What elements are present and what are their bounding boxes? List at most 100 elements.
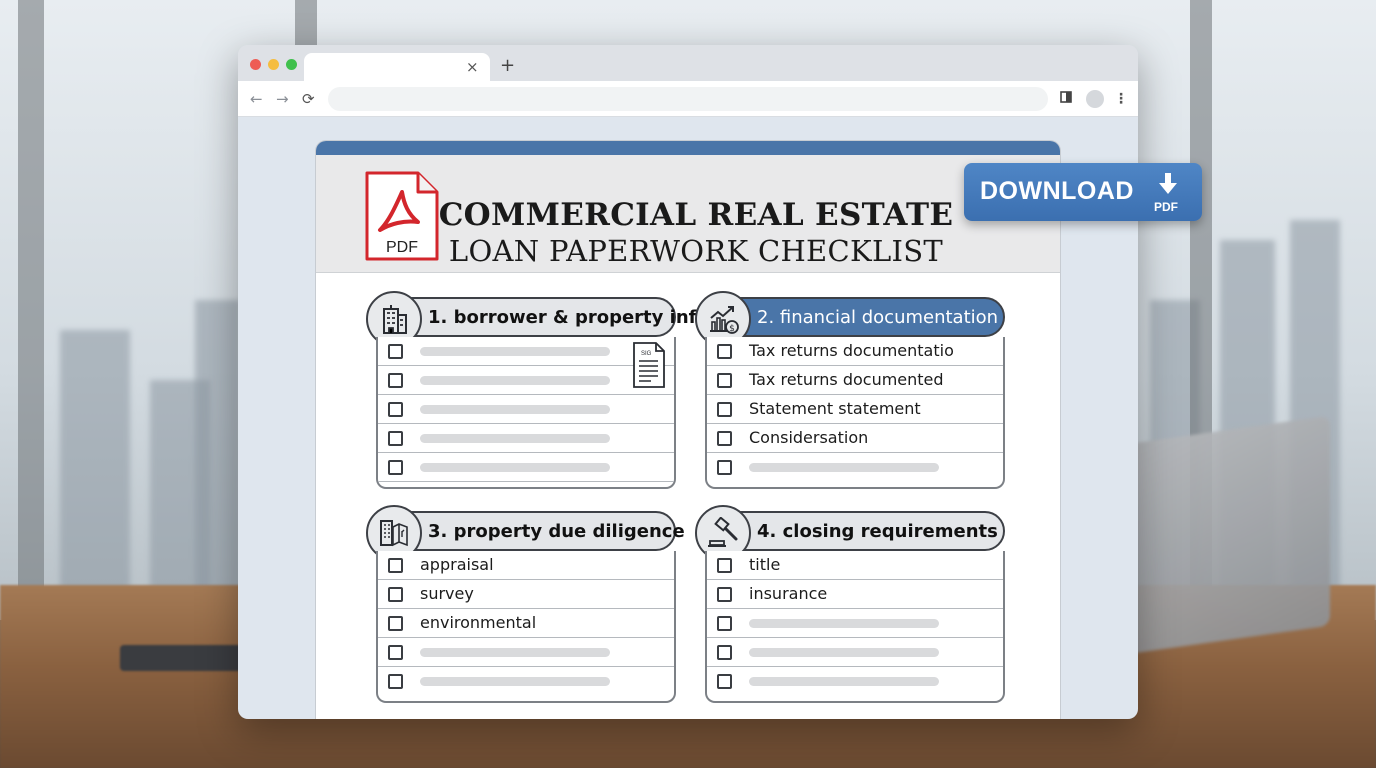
minimize-window-dot[interactable]	[268, 59, 279, 70]
svg-text:$: $	[729, 324, 735, 334]
placeholder-bar	[420, 434, 610, 443]
list-item	[707, 638, 1003, 667]
list-item	[378, 638, 674, 667]
city-building	[195, 300, 240, 620]
checkbox[interactable]	[388, 373, 403, 388]
checkbox[interactable]	[388, 674, 403, 689]
checkbox[interactable]	[388, 558, 403, 573]
browser-window: × + ← → ⟳ ⋮ PDF COMMERCIAL REAL ESTATE L	[238, 45, 1138, 719]
forward-icon[interactable]: →	[276, 89, 289, 109]
placeholder-bar	[749, 648, 939, 657]
checkbox[interactable]	[388, 460, 403, 475]
list-item-label: title	[749, 555, 781, 574]
close-window-dot[interactable]	[250, 59, 261, 70]
checkbox[interactable]	[388, 344, 403, 359]
reload-icon[interactable]: ⟳	[302, 89, 315, 109]
checklist-document: PDF COMMERCIAL REAL ESTATE LOAN PAPERWOR…	[316, 141, 1060, 719]
list-item	[707, 453, 1003, 482]
list-item: Tax returns documentatio	[707, 337, 1003, 366]
list-item: insurance	[707, 580, 1003, 609]
checkbox[interactable]	[717, 460, 732, 475]
checkbox[interactable]	[388, 587, 403, 602]
browser-toolbar: ← → ⟳ ⋮	[238, 81, 1138, 117]
profile-avatar[interactable]	[1086, 90, 1104, 108]
menu-icon[interactable]: ⋮	[1114, 89, 1128, 109]
list-item-label: Considersation	[749, 428, 869, 447]
list-item	[378, 424, 674, 453]
checkbox[interactable]	[717, 616, 732, 631]
placeholder-bar	[420, 347, 610, 356]
download-format-label: PDF	[1154, 200, 1178, 214]
tab-bar: × +	[238, 45, 1138, 81]
checklist-rows: SIG	[376, 337, 676, 489]
checkbox[interactable]	[717, 402, 732, 417]
section-header[interactable]: 4. closing requirements	[715, 511, 1005, 551]
close-tab-icon[interactable]: ×	[466, 57, 479, 77]
maximize-window-dot[interactable]	[286, 59, 297, 70]
checkbox[interactable]	[717, 344, 732, 359]
list-item: appraisal	[378, 551, 674, 580]
pdf-icon-label: PDF	[386, 239, 418, 256]
list-item: environmental	[378, 609, 674, 638]
side-panel-icon[interactable]	[1060, 89, 1072, 109]
list-item-label: Tax returns documentatio	[749, 341, 954, 360]
list-item: survey	[378, 580, 674, 609]
checklist-rows: Tax returns documentatio Tax returns doc…	[705, 337, 1005, 489]
placeholder-bar	[420, 405, 610, 414]
svg-text:SIG: SIG	[641, 351, 652, 357]
list-item	[378, 453, 674, 482]
list-item-label: Tax returns documented	[749, 370, 944, 389]
checklist-rows: title insurance	[705, 551, 1005, 703]
list-item: Considersation	[707, 424, 1003, 453]
window-frame	[18, 0, 44, 620]
new-tab-icon[interactable]: +	[500, 55, 515, 77]
checkbox[interactable]	[717, 645, 732, 660]
city-building	[60, 330, 130, 620]
list-item-label: Statement statement	[749, 399, 921, 418]
list-item-label: survey	[420, 584, 474, 603]
checkbox[interactable]	[717, 587, 732, 602]
placeholder-bar	[749, 463, 939, 472]
section-header[interactable]: 1. borrower & property info	[386, 297, 709, 337]
section-borrower-property-info: 1. borrower & property info SIG	[366, 291, 709, 497]
address-bar[interactable]	[328, 87, 1048, 111]
download-pdf-button[interactable]: DOWNLOAD PDF	[964, 163, 1202, 221]
checkbox[interactable]	[388, 645, 403, 660]
placeholder-bar	[749, 619, 939, 628]
section-title: 4. closing requirements	[757, 521, 998, 542]
checklist-rows: appraisal survey environmental	[376, 551, 676, 703]
section-financial-documentation: 2. financial documentation $ Tax returns…	[695, 291, 1005, 497]
section-header[interactable]: 2. financial documentation	[715, 297, 1005, 337]
document-header: PDF COMMERCIAL REAL ESTATE LOAN PAPERWOR…	[316, 155, 1060, 273]
list-item: Statement statement	[707, 395, 1003, 424]
checkbox[interactable]	[717, 558, 732, 573]
document-accent-bar	[316, 141, 1060, 155]
signed-document-icon: SIG	[628, 339, 668, 391]
download-label: DOWNLOAD	[980, 177, 1134, 205]
section-header[interactable]: 3. property due diligence	[386, 511, 685, 551]
checkbox[interactable]	[717, 431, 732, 446]
list-item	[378, 667, 674, 696]
checkbox[interactable]	[388, 402, 403, 417]
checkbox[interactable]	[388, 431, 403, 446]
placeholder-bar	[420, 677, 610, 686]
list-item-label: environmental	[420, 613, 537, 632]
placeholder-bar	[420, 463, 610, 472]
list-item: Tax returns documented	[707, 366, 1003, 395]
page-title: COMMERCIAL REAL ESTATE	[438, 197, 954, 233]
browser-tab[interactable]	[304, 53, 490, 81]
list-item-label: appraisal	[420, 555, 494, 574]
list-item-label: insurance	[749, 584, 828, 603]
checkbox[interactable]	[717, 674, 732, 689]
list-item	[707, 609, 1003, 638]
section-title: 1. borrower & property info	[428, 307, 709, 328]
placeholder-bar	[420, 376, 610, 385]
section-title: 2. financial documentation	[757, 307, 999, 328]
list-item	[707, 667, 1003, 696]
list-item: title	[707, 551, 1003, 580]
checkbox[interactable]	[388, 616, 403, 631]
section-closing-requirements: 4. closing requirements title insurance	[695, 505, 1005, 711]
page-subtitle: LOAN PAPERWORK CHECKLIST	[448, 234, 944, 268]
back-icon[interactable]: ←	[250, 89, 263, 109]
checkbox[interactable]	[717, 373, 732, 388]
